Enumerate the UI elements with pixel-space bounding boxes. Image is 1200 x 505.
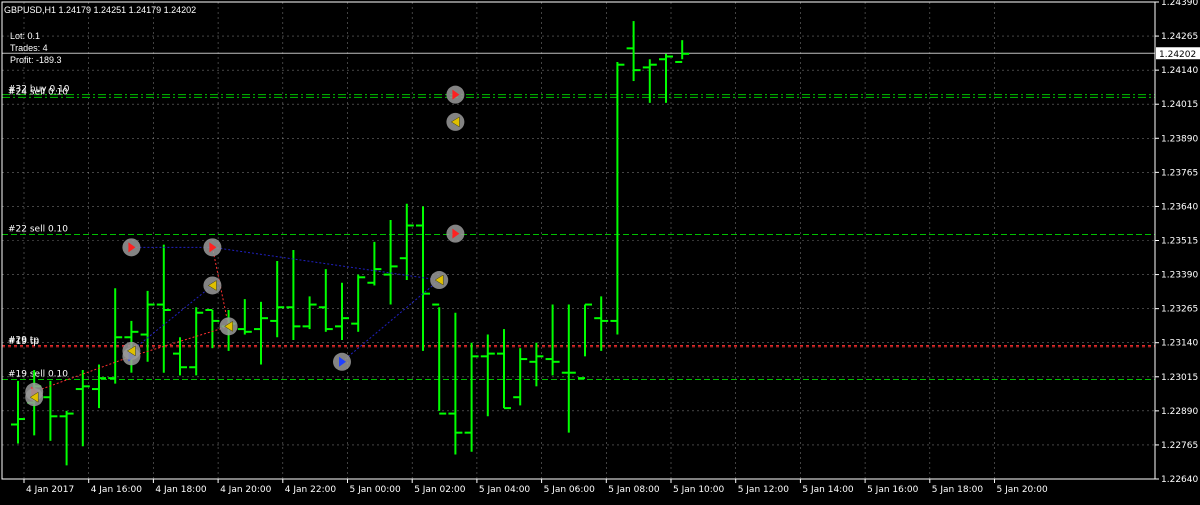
ohlc-bar bbox=[513, 348, 528, 406]
x-axis-label: 4 Jan 2017 bbox=[26, 485, 74, 495]
trade-marker-sell bbox=[446, 224, 465, 243]
y-axis-label: 1.23765 bbox=[1161, 168, 1198, 178]
ohlc-bar bbox=[286, 250, 301, 340]
trade-link bbox=[131, 285, 213, 352]
x-axis-label: 5 Jan 08:00 bbox=[608, 485, 660, 495]
ohlc-bar bbox=[561, 304, 576, 433]
x-axis-label: 4 Jan 20:00 bbox=[220, 485, 272, 495]
order-line-label: #24 sell 0.10 bbox=[8, 87, 68, 97]
x-axis-label: 4 Jan 22:00 bbox=[285, 485, 337, 495]
ohlc-bar bbox=[464, 342, 479, 452]
x-axis-label: 5 Jan 18:00 bbox=[932, 485, 984, 495]
ohlc-bar bbox=[335, 282, 349, 340]
trade-marker-close bbox=[430, 271, 449, 290]
y-axis-label: 1.24015 bbox=[1161, 100, 1198, 110]
y-axis-label: 1.23015 bbox=[1161, 373, 1198, 383]
trade-marker-buy bbox=[333, 352, 351, 371]
ohlc-bar bbox=[318, 269, 333, 332]
trade-markers bbox=[25, 85, 465, 407]
y-axis-label: 1.22890 bbox=[1161, 407, 1198, 417]
ohlc-bar bbox=[237, 299, 252, 335]
lot-label: Lot: 0.1 bbox=[10, 31, 41, 41]
trade-marker-sell bbox=[122, 238, 141, 257]
trade-marker-close bbox=[25, 388, 44, 407]
ohlc-bar bbox=[92, 364, 106, 409]
chart-grid bbox=[2, 1, 1155, 480]
x-axis-label: 5 Jan 14:00 bbox=[802, 485, 854, 495]
y-axis-label: 1.22765 bbox=[1161, 441, 1198, 451]
price-chart[interactable]: #32 buy 0.10 #24 sell 0.10 #22 sell 0.10 #1… bbox=[0, 0, 1200, 500]
x-axis-label: 4 Jan 16:00 bbox=[91, 485, 143, 495]
x-axis-label: 4 Jan 18:00 bbox=[155, 485, 207, 495]
ohlc-bar bbox=[189, 307, 204, 376]
ohlc-bar bbox=[626, 21, 641, 82]
x-axis-label: 5 Jan 12:00 bbox=[738, 485, 790, 495]
axes: 1.24390 1.24265 1.24140 1.24015 1.23890 1.237… bbox=[1, 0, 1200, 495]
ohlc-bar bbox=[578, 303, 592, 380]
trade-marker-close bbox=[203, 276, 222, 295]
ohlc-bar bbox=[642, 59, 657, 103]
ohlc-bar bbox=[432, 303, 447, 415]
order-line-label: #22 sell 0.10 bbox=[8, 225, 68, 235]
x-axis-label: 5 Jan 06:00 bbox=[544, 485, 596, 495]
ohlc-bar bbox=[545, 304, 560, 376]
trades-label: Trades: 4 bbox=[10, 43, 48, 53]
ohlc-bar bbox=[399, 203, 414, 281]
stop-line-label: #19 tp bbox=[8, 337, 39, 347]
ohlc-bar bbox=[59, 410, 74, 466]
ohlc-bar bbox=[448, 312, 463, 455]
y-axis-label: 1.23265 bbox=[1161, 305, 1198, 315]
ohlc-bar bbox=[383, 220, 398, 305]
y-axis-label: 1.22640 bbox=[1161, 475, 1198, 485]
x-axis-label: 5 Jan 10:00 bbox=[673, 485, 725, 495]
ohlc-bar bbox=[270, 260, 285, 338]
ohlc-bar bbox=[75, 369, 90, 447]
chart-canvas[interactable]: #32 buy 0.10#24 sell 0.10#22 sell 0.10#1… bbox=[0, 0, 1200, 500]
symbol-info: GBPUSD,H1 1.24179 1.24251 1.24179 1.2420… bbox=[4, 5, 197, 15]
ohlc-bar bbox=[351, 274, 366, 332]
y-axis-label: 1.24265 bbox=[1161, 32, 1198, 42]
x-axis-label: 5 Jan 16:00 bbox=[867, 485, 919, 495]
x-axis-label: 5 Jan 00:00 bbox=[350, 485, 402, 495]
y-axis-label: 1.23890 bbox=[1161, 134, 1198, 144]
trade-marker-close bbox=[219, 317, 238, 336]
order-lines: #32 buy 0.10#24 sell 0.10#22 sell 0.10#1… bbox=[2, 52, 1155, 381]
x-axis-label: 5 Jan 04:00 bbox=[479, 485, 531, 495]
profit-label: Profit: -189.3 bbox=[10, 55, 62, 65]
y-axis-label: 1.23515 bbox=[1161, 237, 1198, 247]
ohlc-bar bbox=[529, 342, 544, 387]
ohlc-bars bbox=[11, 21, 690, 466]
y-axis-label: 1.23390 bbox=[1161, 271, 1198, 281]
ohlc-bar bbox=[610, 61, 625, 335]
x-axis-label: 5 Jan 20:00 bbox=[997, 485, 1049, 495]
ohlc-bar bbox=[497, 329, 511, 410]
trade-marker-close bbox=[446, 112, 465, 131]
ohlc-bar bbox=[367, 241, 382, 286]
trade-marker-close bbox=[122, 341, 141, 360]
current-price-label: 1.24202 bbox=[1159, 50, 1196, 60]
x-axis-label: 5 Jan 02:00 bbox=[414, 485, 466, 495]
y-axis-label: 1.24140 bbox=[1161, 66, 1198, 76]
ohlc-bar bbox=[11, 380, 25, 444]
trade-marker-sell bbox=[446, 85, 465, 104]
y-axis-label: 1.23640 bbox=[1161, 202, 1198, 212]
trade-marker-sell bbox=[203, 238, 222, 257]
order-line-label: #19 sell 0.10 bbox=[8, 370, 68, 380]
y-axis-label: 1.24390 bbox=[1161, 0, 1198, 8]
ohlc-bar bbox=[302, 296, 317, 330]
y-axis-label: 1.23140 bbox=[1161, 339, 1198, 349]
ohlc-bar bbox=[254, 301, 268, 365]
ohlc-bar bbox=[675, 40, 690, 63]
ohlc-bar bbox=[43, 380, 58, 441]
ohlc-bar bbox=[108, 288, 123, 384]
